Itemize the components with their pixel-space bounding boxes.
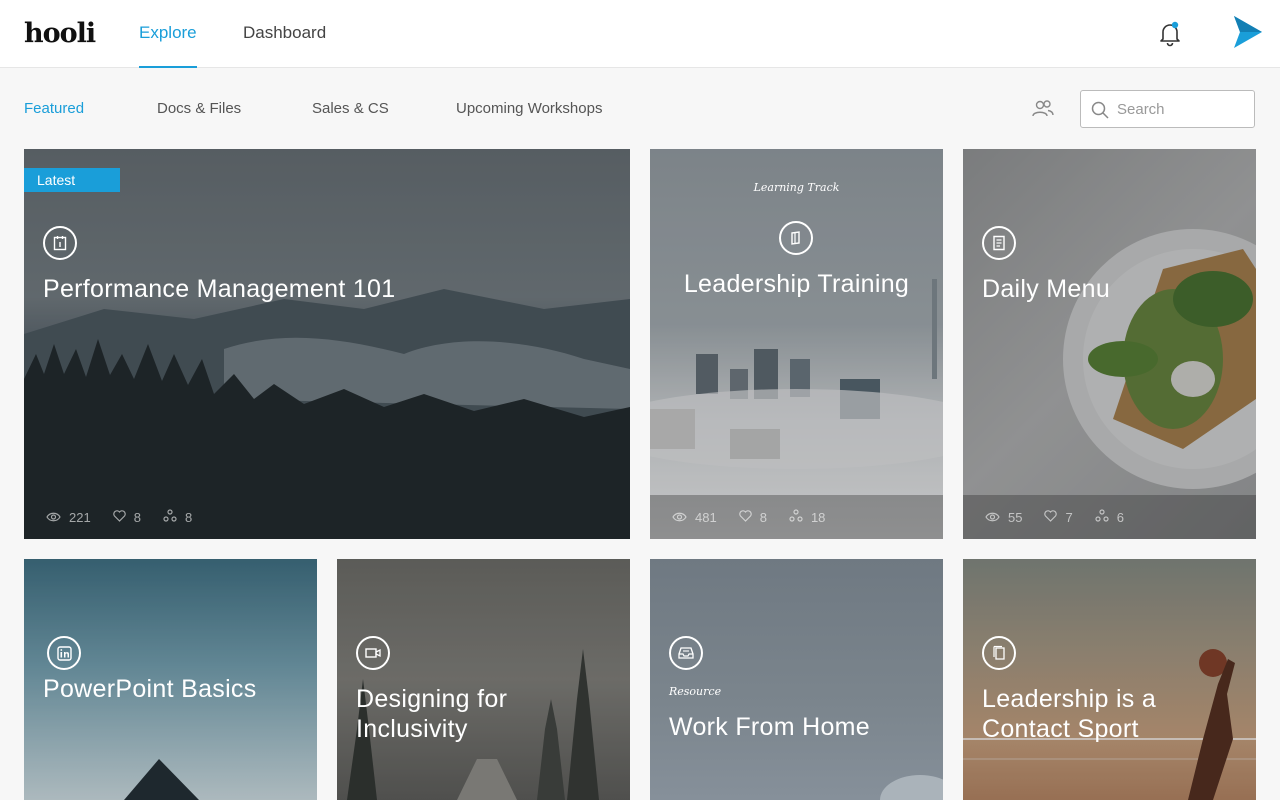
views-count: 55 [1008,509,1023,525]
pages-icon [982,636,1016,670]
likes-count: 7 [1065,509,1073,525]
shares-count: 18 [810,509,826,525]
card-overlay [650,149,943,539]
card-overlay [337,559,630,800]
tab-explore[interactable]: Explore [139,0,197,68]
subnav-featured[interactable]: Featured [24,100,84,117]
card-title: Leadership is a Contact Sport [982,684,1156,744]
views-count: 481 [695,509,717,525]
card-overlay [963,559,1256,800]
latest-badge: Latest [24,168,120,192]
search-input[interactable] [1117,97,1247,121]
card-kicker: Resource [669,685,722,698]
share-icon [789,509,803,525]
top-header: hooli Explore Dashboard [0,0,1280,68]
calendar-icon [43,226,77,260]
people-icon[interactable] [1031,98,1055,120]
logo-text: hooli [24,17,96,49]
card-title-line-1: Leadership is a [982,685,1157,713]
card-title: Designing for Inclusivity [356,684,507,744]
search-icon [1091,101,1109,119]
content-card-leadership-training[interactable]: Learning Track Leadership Training 481 8… [650,149,943,539]
content-card-daily-menu[interactable]: Daily Menu 55 7 6 [963,149,1256,539]
card-title: Performance Management 101 [43,275,396,303]
card-title: Leadership Training [683,270,910,298]
card-overlay [963,149,1256,539]
heart-icon [1044,509,1058,525]
share-icon [163,509,177,525]
heart-icon [112,509,126,525]
card-title: Daily Menu [982,275,1111,303]
workspace-image [880,775,943,800]
content-card-powerpoint-basics[interactable]: PowerPoint Basics [24,559,317,800]
book-icon [779,221,813,255]
heart-icon [738,509,752,525]
linkedin-icon [47,636,81,670]
content-card-leadership-contact-sport[interactable]: Leadership is a Contact Sport [963,559,1256,800]
search-box[interactable] [1080,90,1255,128]
document-icon [982,226,1016,260]
user-avatar[interactable] [1226,12,1266,52]
card-title: Work From Home [669,713,870,741]
content-card-designing-inclusivity[interactable]: Designing for Inclusivity [337,559,630,800]
card-stats: 55 7 6 [963,495,1256,539]
eye-icon [672,510,687,525]
eye-icon [46,510,61,525]
shares-count: 8 [184,509,193,525]
content-card-performance-management[interactable]: Latest Performance Management 101 221 8 … [24,149,630,539]
hooli-logo[interactable]: hooli [24,17,96,49]
card-kicker: Learning Track [753,181,840,194]
subnav-docs-files[interactable]: Docs & Files [157,100,241,117]
card-title-line-2: Inclusivity [356,715,468,743]
card-title-line-2: Contact Sport [982,715,1139,743]
subnav-upcoming-workshops[interactable]: Upcoming Workshops [456,100,602,117]
share-icon [1095,509,1109,525]
tab-dashboard[interactable]: Dashboard [243,0,326,68]
card-title-line-1: Designing for [356,685,508,713]
likes-count: 8 [759,509,767,525]
notifications-bell-icon[interactable] [1157,20,1183,48]
content-card-work-from-home[interactable]: Resource Work From Home [650,559,943,800]
card-stats: 481 8 18 [650,495,943,539]
card-title: PowerPoint Basics [43,675,257,703]
video-icon [356,636,390,670]
shares-count: 6 [1116,509,1124,525]
card-overlay [24,149,630,539]
subnav-sales-cs[interactable]: Sales & CS [312,100,389,117]
views-count: 221 [69,509,91,525]
likes-count: 8 [133,509,141,525]
card-stats: 221 8 8 [24,495,630,539]
inbox-icon [669,636,703,670]
eye-icon [985,510,1000,525]
